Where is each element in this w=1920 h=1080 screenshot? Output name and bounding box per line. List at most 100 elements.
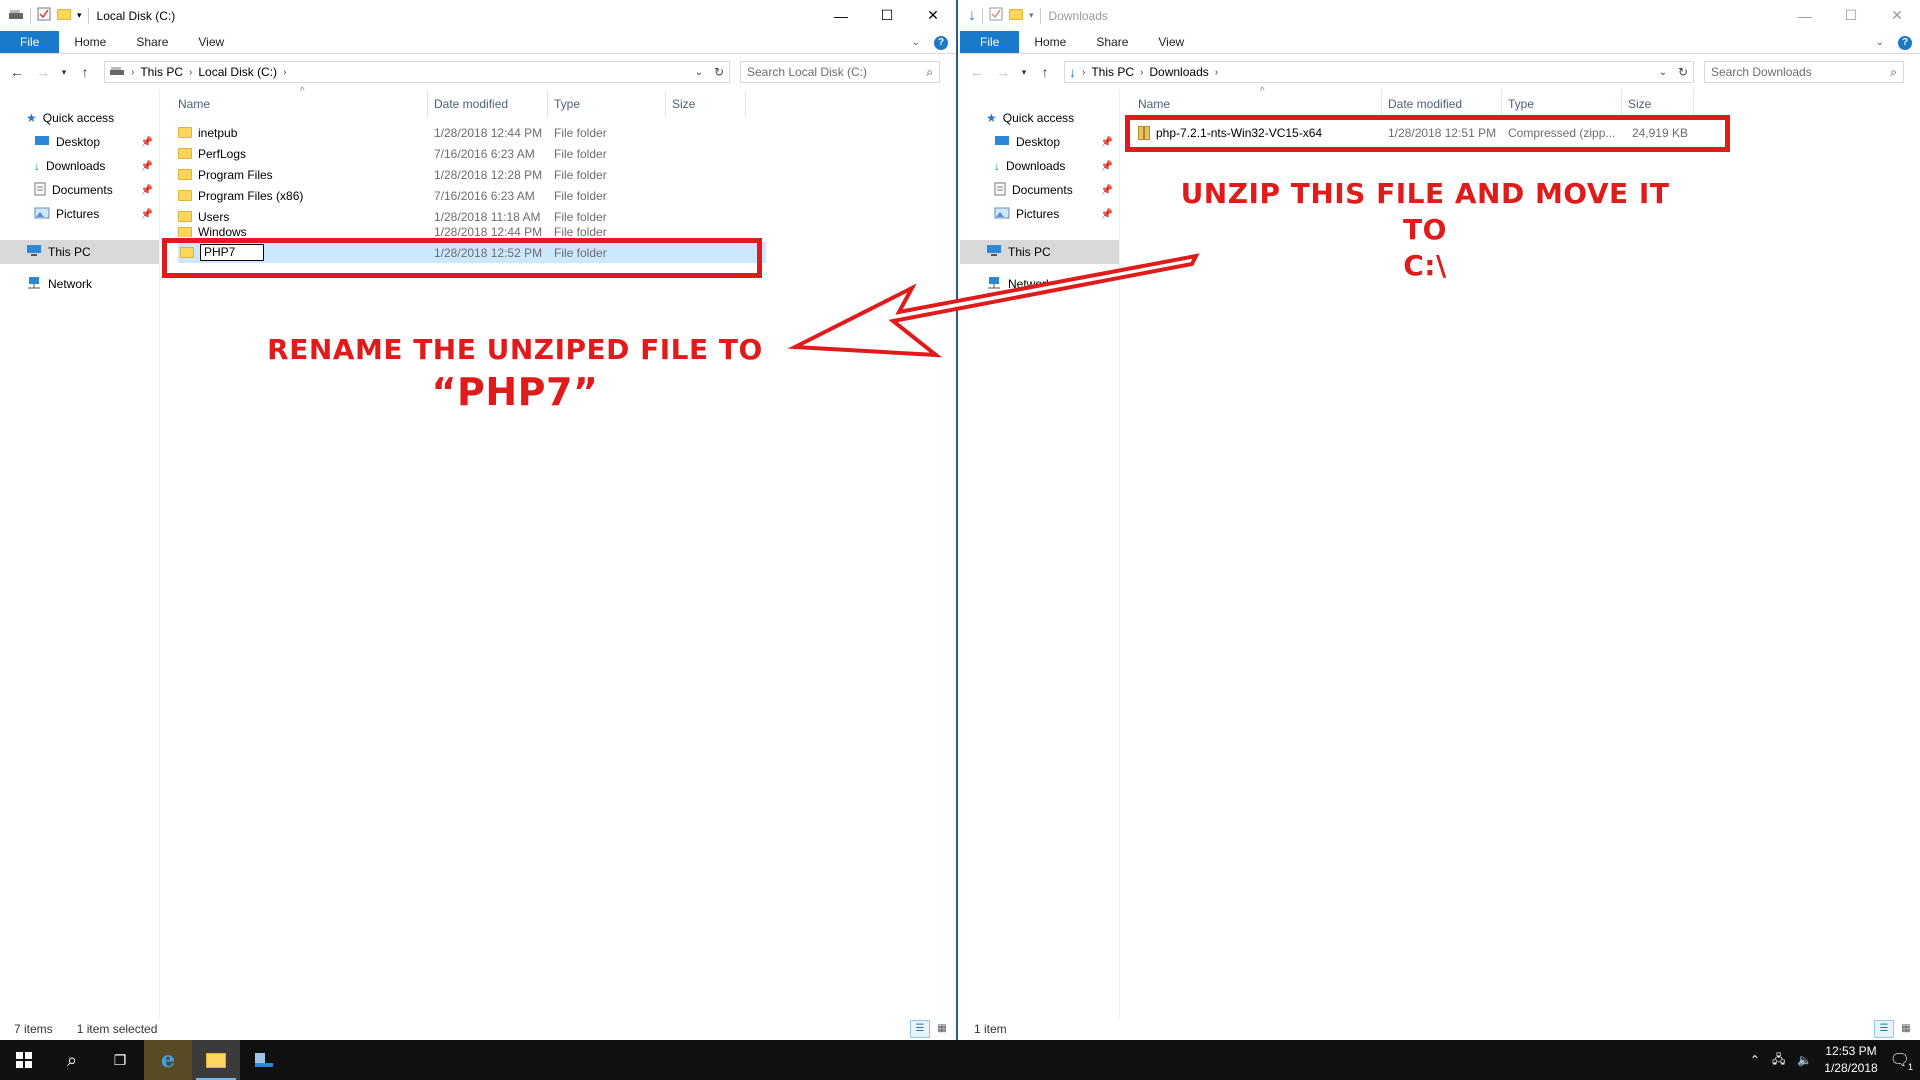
task-view-button[interactable]: ❐ [96,1040,144,1080]
breadcrumb-separator-icon[interactable]: › [1140,67,1143,78]
server-manager-button[interactable] [240,1040,288,1080]
expand-ribbon-icon[interactable]: ⌄ [1876,37,1884,48]
maximize-button[interactable]: ☐ [1828,0,1874,31]
breadcrumb-local-disk[interactable]: Local Disk (C:) [198,65,277,79]
breadcrumb-separator-icon[interactable]: › [1082,67,1085,78]
properties-icon[interactable] [989,7,1003,24]
column-header-size[interactable]: Size [1622,90,1694,118]
address-dropdown-icon[interactable]: ⌄ [689,67,709,78]
up-button[interactable]: ↑ [1034,64,1056,80]
clock[interactable]: 12:53 PM 1/28/2018 [1824,1043,1877,1077]
pin-icon[interactable]: 📌 [141,209,153,220]
nav-network[interactable]: Network [0,272,159,296]
large-icons-view-button[interactable]: ▦ [932,1020,952,1038]
nav-documents[interactable]: Documents 📌 [0,178,159,202]
pin-icon[interactable]: 📌 [141,161,153,172]
breadcrumb-separator-icon[interactable]: › [1215,67,1218,78]
nav-desktop[interactable]: Desktop 📌 [960,130,1119,154]
volume-muted-icon[interactable]: 🔈 [1797,1053,1812,1067]
breadcrumb-this-pc[interactable]: This PC [140,65,183,79]
table-row[interactable]: Program Files (x86) 7/16/2016 6:23 AM Fi… [160,185,956,206]
internet-explorer-button[interactable]: e [144,1040,192,1080]
nav-quick-access[interactable]: ★ Quick access [960,106,1119,130]
nav-pictures[interactable]: Pictures 📌 [960,202,1119,226]
forward-button[interactable]: → [32,64,54,80]
tab-file[interactable]: File [960,31,1020,53]
pin-icon[interactable]: 📌 [141,185,153,196]
recent-locations-button[interactable]: ▾ [58,67,70,78]
tab-view[interactable]: View [183,31,239,53]
chevron-down-icon[interactable]: ▾ [77,10,82,21]
large-icons-view-button[interactable]: ▦ [1896,1020,1916,1038]
search-button[interactable]: ⌕ [48,1040,96,1080]
tab-home[interactable]: Home [59,31,121,53]
search-input[interactable]: Search Downloads ⌕ [1704,61,1904,83]
nav-network[interactable]: Network [960,272,1119,296]
tab-file[interactable]: File [0,31,60,53]
column-header-name[interactable]: Name [1120,90,1382,118]
tab-home[interactable]: Home [1019,31,1081,53]
show-hidden-icons-icon[interactable]: ⌃ [1750,1053,1760,1067]
table-row[interactable]: Users 1/28/2018 11:18 AM File folder [160,206,956,227]
search-input[interactable]: Search Local Disk (C:) ⌕ [740,61,940,83]
column-header-size[interactable]: Size [666,90,746,118]
tab-share[interactable]: Share [1081,31,1143,53]
details-view-button[interactable]: ☰ [910,1020,930,1038]
pin-icon[interactable]: 📌 [1101,137,1113,148]
new-folder-icon[interactable] [1009,8,1023,23]
nav-desktop[interactable]: Desktop 📌 [0,130,159,154]
up-button[interactable]: ↑ [74,64,96,80]
breadcrumb-this-pc[interactable]: This PC [1091,65,1134,79]
nav-documents[interactable]: Documents 📌 [960,178,1119,202]
close-button[interactable]: ✕ [1874,0,1920,31]
forward-button[interactable]: → [992,64,1014,80]
column-header-type[interactable]: Type [1502,90,1622,118]
help-icon[interactable]: ? [934,35,948,50]
nav-this-pc[interactable]: This PC [960,240,1119,264]
nav-pictures[interactable]: Pictures 📌 [0,202,159,226]
pin-icon[interactable]: 📌 [1101,161,1113,172]
tab-view[interactable]: View [1143,31,1199,53]
refresh-icon[interactable]: ↻ [709,65,729,79]
chevron-down-icon[interactable]: ▾ [1029,10,1034,21]
search-icon[interactable]: ⌕ [1890,65,1897,80]
pin-icon[interactable]: 📌 [1101,185,1113,196]
back-button[interactable]: ← [6,64,28,80]
pin-icon[interactable]: 📌 [141,137,153,148]
back-button[interactable]: ← [966,64,988,80]
breadcrumb-downloads[interactable]: Downloads [1149,65,1208,79]
search-icon[interactable]: ⌕ [926,65,933,80]
table-row[interactable]: PerfLogs 7/16/2016 6:23 AM File folder [160,143,956,164]
network-status-icon[interactable]: 🖧 [1772,1050,1785,1071]
close-button[interactable]: ✕ [910,0,956,31]
address-bar[interactable]: ↓ › This PC › Downloads › ⌄ ↻ [1064,61,1694,83]
minimize-button[interactable]: — [1782,0,1828,31]
help-icon[interactable]: ? [1898,35,1912,50]
details-view-button[interactable]: ☰ [1874,1020,1894,1038]
breadcrumb-separator-icon[interactable]: › [189,67,192,78]
nav-quick-access[interactable]: ★ Quick access [0,106,159,130]
table-row[interactable]: inetpub 1/28/2018 12:44 PM File folder [160,122,956,143]
address-bar[interactable]: › This PC › Local Disk (C:) › ⌄ ↻ [104,61,730,83]
recent-locations-button[interactable]: ▾ [1018,67,1030,78]
action-center-icon[interactable]: 🗨 1 [1890,1050,1913,1072]
column-header-date[interactable]: Date modified [1382,90,1502,118]
column-header-date[interactable]: Date modified [428,90,548,118]
refresh-icon[interactable]: ↻ [1673,65,1693,79]
address-dropdown-icon[interactable]: ⌄ [1653,67,1673,78]
properties-icon[interactable] [37,7,51,24]
nav-downloads[interactable]: ↓ Downloads 📌 [0,154,159,178]
table-row[interactable]: Program Files 1/28/2018 12:28 PM File fo… [160,164,956,185]
maximize-button[interactable]: ☐ [864,0,910,31]
tab-share[interactable]: Share [121,31,183,53]
breadcrumb-separator-icon[interactable]: › [283,67,286,78]
file-explorer-button[interactable] [192,1040,240,1080]
nav-downloads[interactable]: ↓ Downloads 📌 [960,154,1119,178]
table-row[interactable]: Windows 1/28/2018 12:44 PM File folder [160,227,956,237]
nav-this-pc[interactable]: This PC [0,240,159,264]
minimize-button[interactable]: — [818,0,864,31]
pin-icon[interactable]: 📌 [1101,209,1113,220]
breadcrumb-separator-icon[interactable]: › [131,67,134,78]
start-button[interactable] [0,1040,48,1080]
new-folder-icon[interactable] [57,8,71,23]
